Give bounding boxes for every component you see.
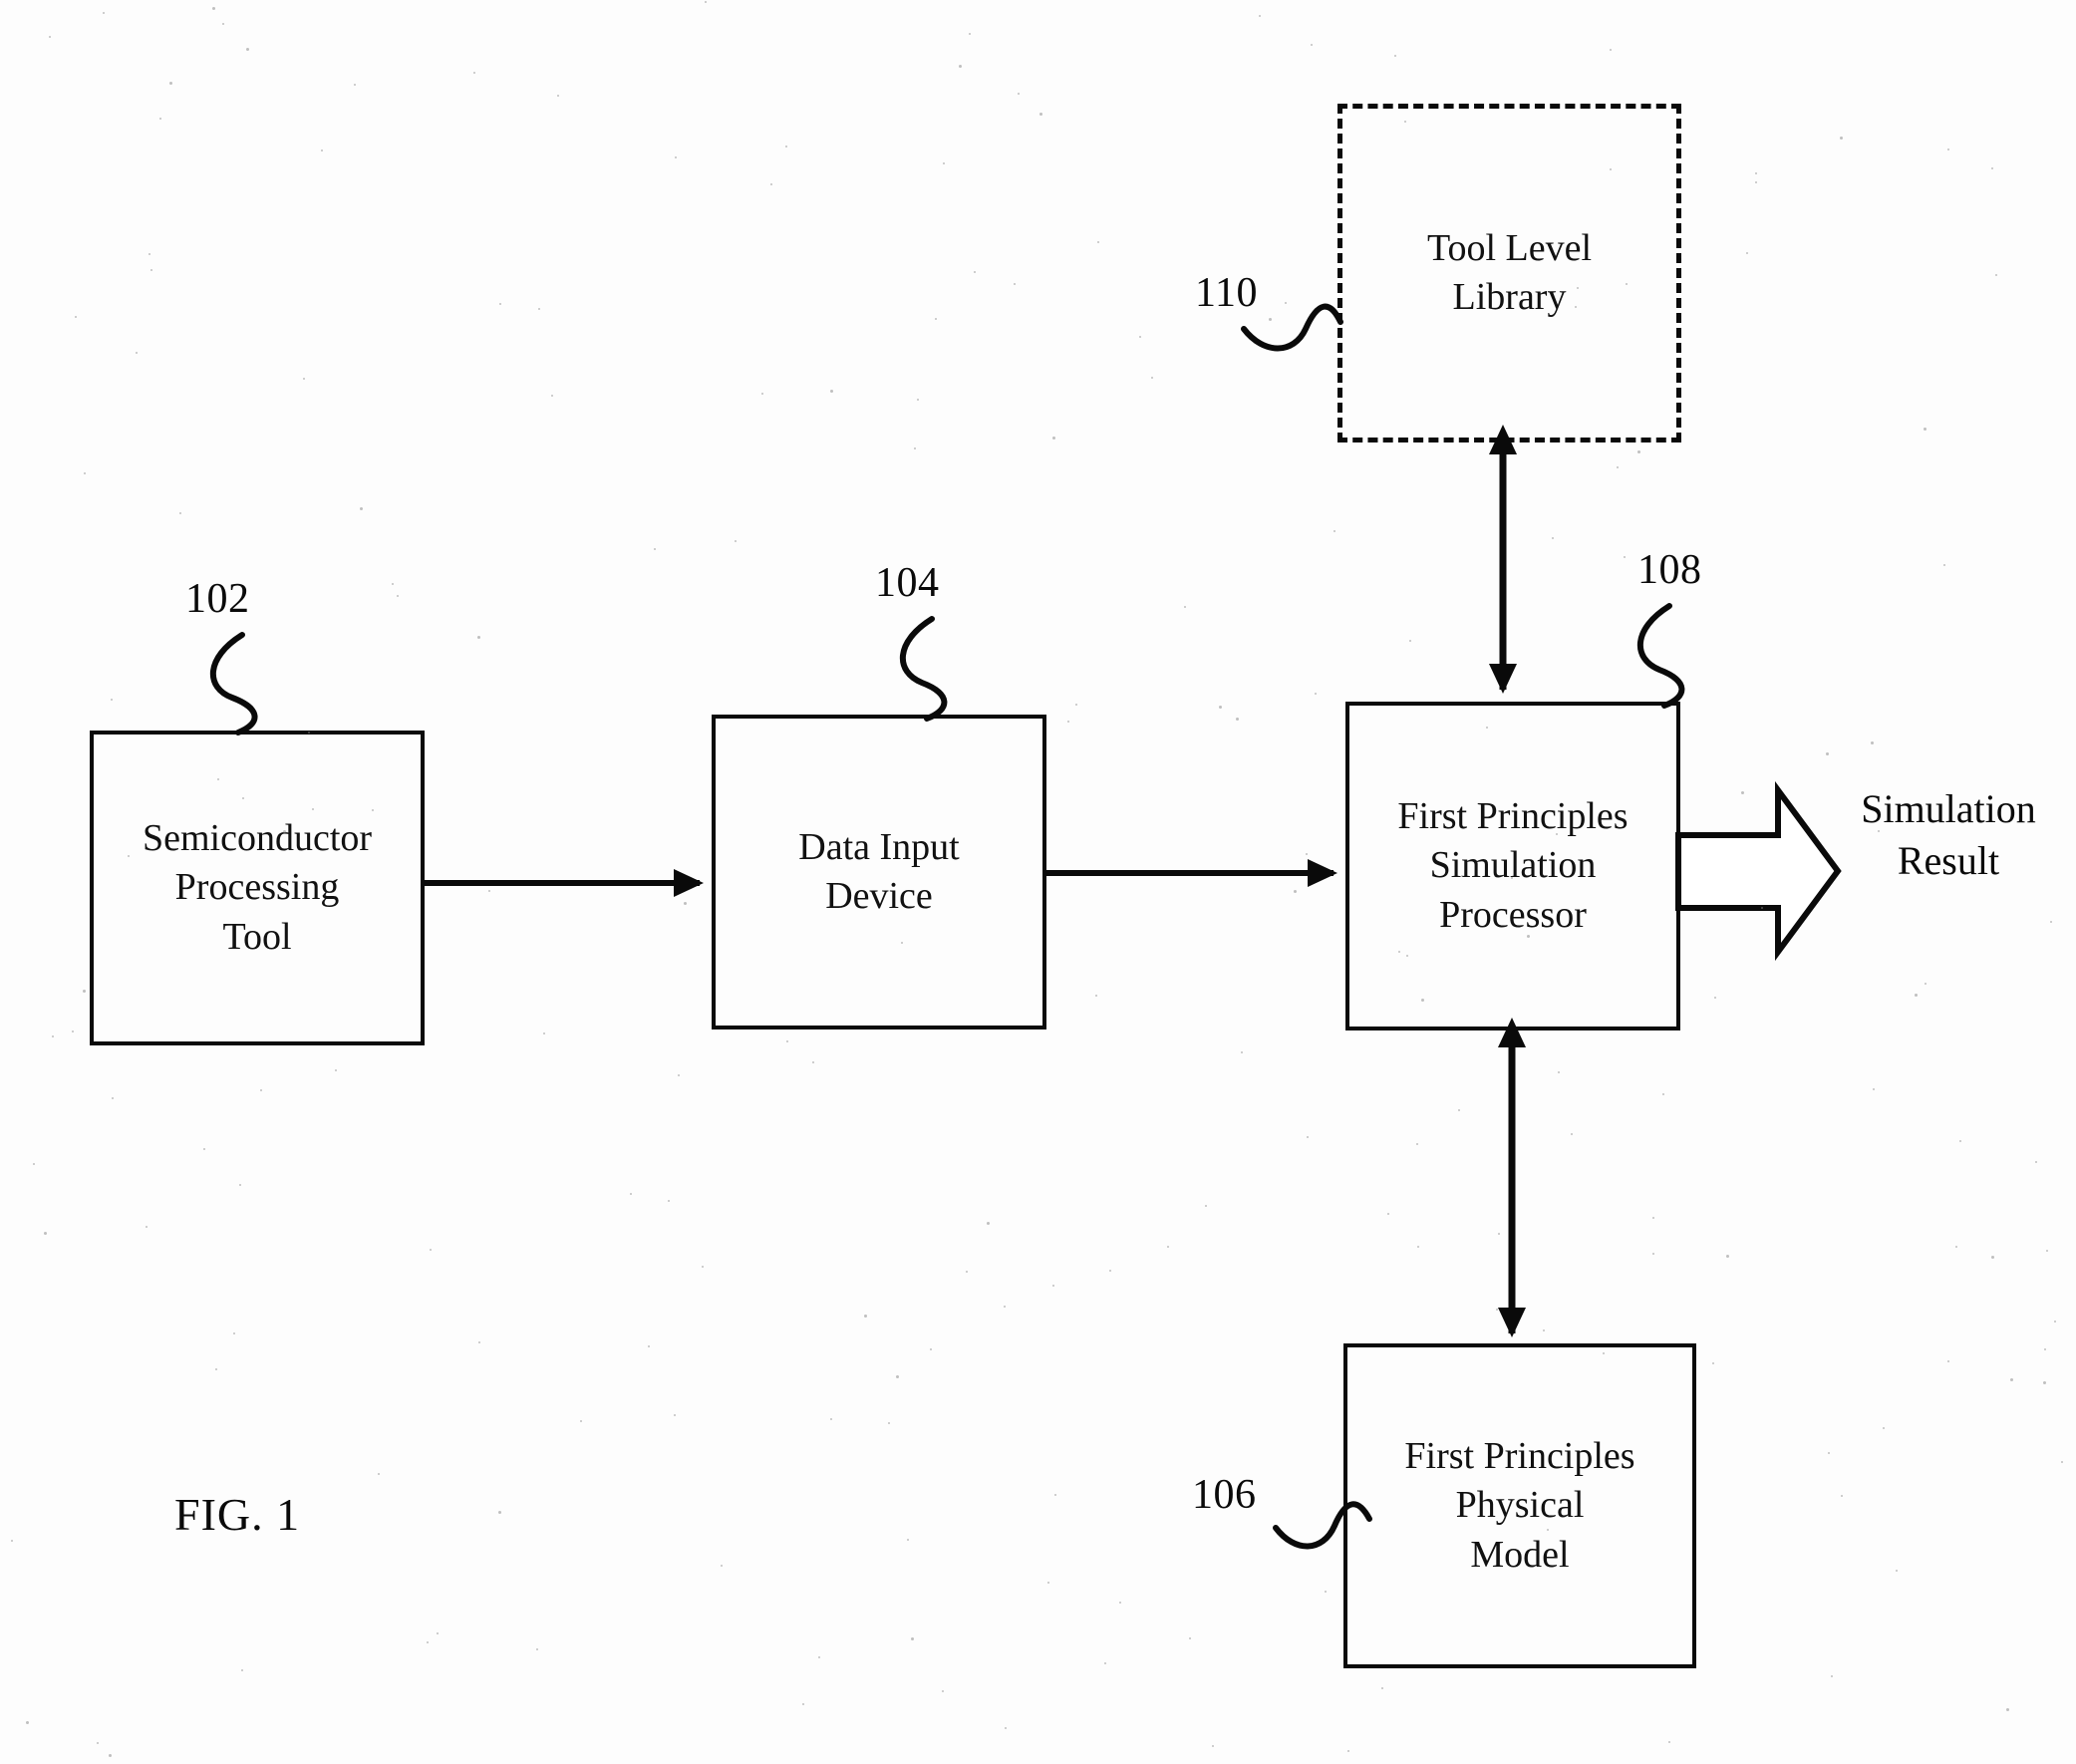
ref-numeral-104: 104: [875, 560, 940, 606]
node-label-first-principles-simulation-processor: First Principles Simulation Processor: [1397, 794, 1629, 936]
connector-processor-to-result: [1675, 780, 1842, 962]
figure-caption: FIG. 1: [174, 1489, 301, 1540]
node-label-data-input-device: Data Input Device: [798, 825, 960, 917]
node-label-tool-level-library: Tool Level Library: [1426, 226, 1593, 318]
patent-figure-page: Semiconductor Processing Tool Data Input…: [0, 0, 2076, 1764]
node-semiconductor-processing-tool[interactable]: Semiconductor Processing Tool: [90, 731, 425, 1045]
leader-line-104: [899, 616, 948, 722]
leader-line-108: [1636, 603, 1685, 709]
ref-numeral-108: 108: [1637, 547, 1702, 593]
leader-line-102: [209, 632, 258, 735]
node-tool-level-library[interactable]: Tool Level Library: [1337, 104, 1681, 442]
node-label-semiconductor-processing-tool: Semiconductor Processing Tool: [142, 816, 373, 958]
ref-numeral-110: 110: [1195, 270, 1258, 316]
leader-line-110: [1241, 303, 1343, 352]
output-label-simulation-result: Simulation Result: [1861, 786, 2036, 883]
node-first-principles-simulation-processor[interactable]: First Principles Simulation Processor: [1345, 702, 1680, 1030]
node-data-input-device[interactable]: Data Input Device: [712, 715, 1046, 1029]
ref-numeral-106: 106: [1192, 1472, 1257, 1518]
ref-numeral-102: 102: [185, 576, 250, 622]
node-first-principles-physical-model[interactable]: First Principles Physical Model: [1343, 1343, 1696, 1668]
node-label-first-principles-physical-model: First Principles Physical Model: [1404, 1434, 1635, 1576]
